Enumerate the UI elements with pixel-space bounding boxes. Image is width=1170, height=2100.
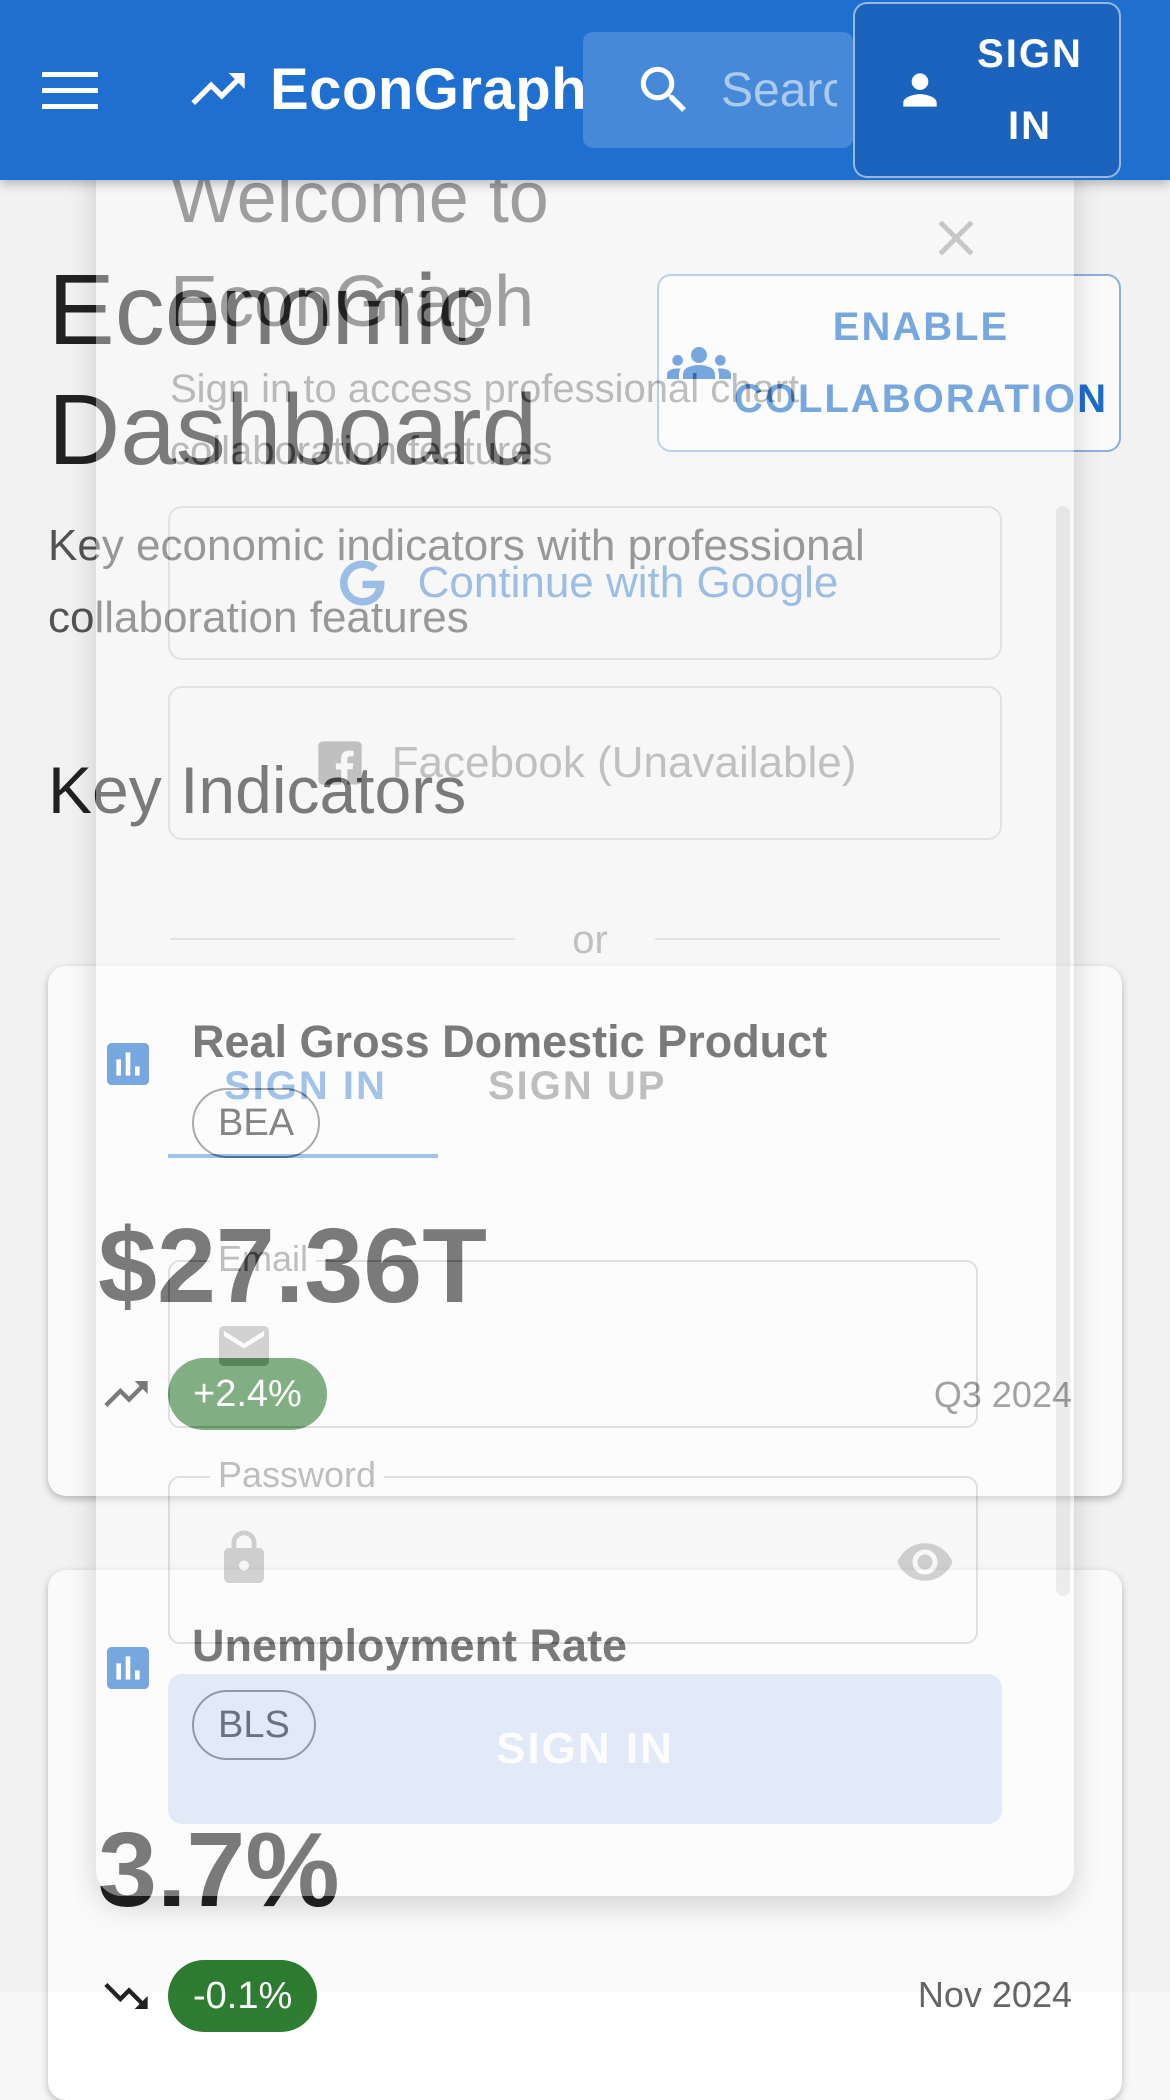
email-icon (219, 1326, 269, 1366)
email-field[interactable]: Email (168, 1238, 978, 1428)
email-input[interactable] (300, 1317, 860, 1377)
divider-line (655, 938, 1000, 940)
password-label: Password (210, 1454, 385, 1496)
menu-icon[interactable] (42, 72, 98, 110)
google-button-label: Continue with Google (417, 558, 839, 607)
google-sign-in-button[interactable]: Continue with Google (168, 506, 1002, 660)
dialog-subtitle: Sign in to access professional chart col… (170, 367, 800, 473)
google-icon (339, 560, 386, 606)
person-icon (903, 73, 937, 107)
facebook-icon (317, 741, 362, 785)
tab-sign-in[interactable]: SIGN IN (224, 1064, 387, 1109)
dialog-scrollbar[interactable] (1056, 506, 1070, 1596)
submit-sign-in-button[interactable]: SIGN IN (168, 1674, 1002, 1824)
password-field[interactable]: Password (168, 1454, 978, 1644)
tab-indicator (168, 1154, 438, 1158)
search-input[interactable] (719, 61, 839, 119)
email-label: Email (210, 1238, 317, 1280)
lock-icon (224, 1530, 264, 1583)
sign-in-label: SIGN IN (977, 32, 1083, 148)
search-icon (640, 66, 686, 112)
app-title: EconGraph (270, 56, 588, 122)
tab-sign-up[interactable]: SIGN UP (488, 1064, 666, 1109)
sign-in-button[interactable]: SIGN IN (853, 2, 1121, 178)
divider-text: or (572, 918, 608, 962)
close-icon[interactable] (926, 208, 986, 268)
facebook-button-label: Facebook (Unavailable) (391, 738, 857, 787)
brand[interactable]: EconGraph (186, 54, 587, 124)
app-bar: EconGraph SIGN IN (0, 0, 1170, 180)
facebook-sign-in-button: Facebook (Unavailable) (168, 686, 1002, 840)
trending-up-icon (191, 73, 245, 105)
password-input[interactable] (300, 1533, 860, 1593)
visibility-icon[interactable] (890, 1532, 960, 1592)
sign-in-dialog: Welcome to EconGraph Sign in to access p… (96, 96, 1074, 1896)
divider-line (170, 938, 515, 940)
search-box[interactable] (583, 32, 853, 148)
or-divider: or (170, 918, 1000, 962)
